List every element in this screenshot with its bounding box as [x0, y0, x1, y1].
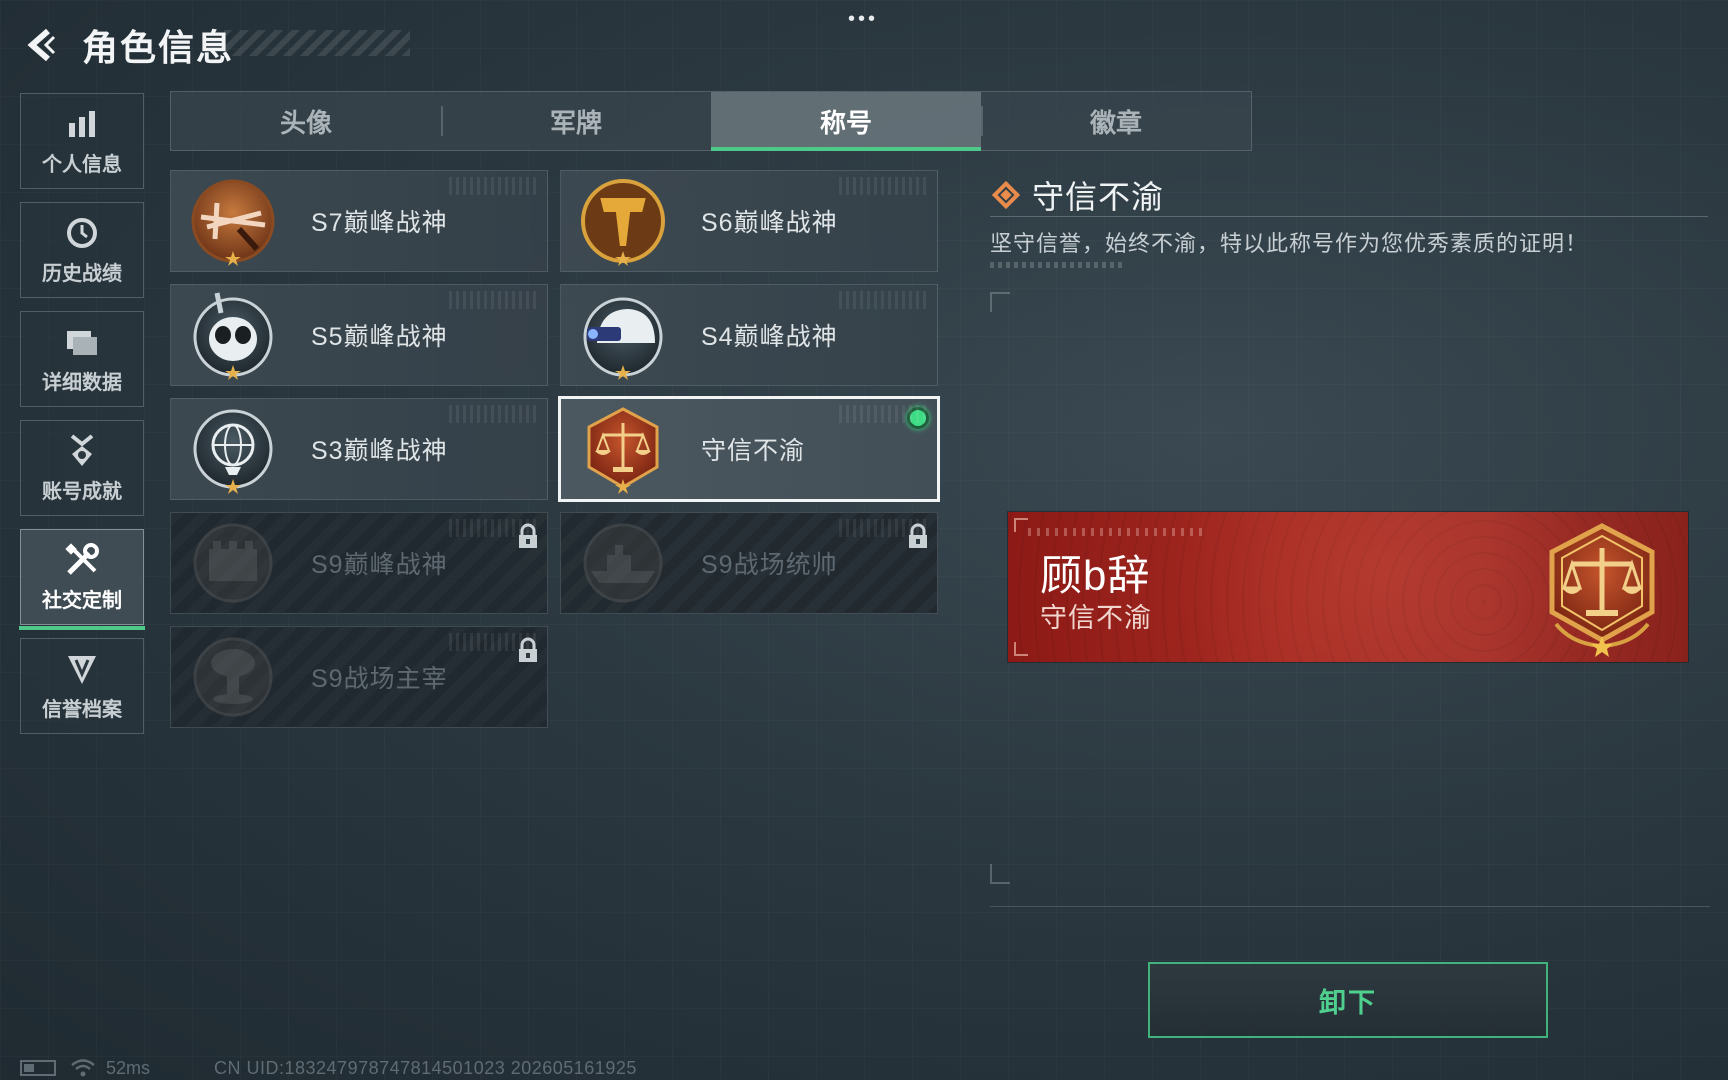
title-card-s4[interactable]: S4巅峰战神 [560, 284, 938, 386]
user-uid: CN UID:1832479787478145010​23 2026051619… [214, 1058, 637, 1078]
sidebar-item-label: 详细数据 [42, 371, 122, 394]
crossbow-emblem-icon [191, 179, 275, 266]
title-decoration [224, 30, 410, 56]
title-name: S9战场主宰 [311, 665, 448, 693]
detail-title: 守信不渝 [1032, 179, 1165, 215]
sidebar-item-history[interactable]: 历史战绩 [20, 202, 144, 298]
title-card-s7[interactable]: S7巅峰战神 [170, 170, 548, 272]
lock-icon [519, 637, 537, 662]
title-name: 守信不渝 [701, 437, 806, 465]
detail-header: 守信不渝 [990, 172, 1164, 218]
nameplate-decoration [1028, 528, 1208, 536]
title-card-s9-dominator[interactable]: S9战场主宰 [170, 626, 548, 728]
nameplate-corner [1014, 642, 1028, 656]
frame-corner [990, 864, 1010, 884]
tools-icon [64, 542, 100, 578]
sidebar-item-label: 个人信息 [42, 153, 122, 176]
title-name: S3巅峰战神 [311, 437, 448, 465]
sidebar-item-label: 信誉档案 [42, 698, 122, 721]
title-card-s6[interactable]: S6巅峰战神 [560, 170, 938, 272]
title-card-s9-commander[interactable]: S9战场统帅 [560, 512, 938, 614]
reputation-shield-icon [64, 651, 100, 687]
mushroom-cloud-emblem-icon [193, 637, 273, 717]
battery-icon [20, 1060, 56, 1076]
back-button[interactable] [22, 25, 62, 65]
history-clock-icon [64, 215, 100, 251]
diver-skull-emblem-icon [193, 292, 273, 380]
title-name: S9巅峰战神 [311, 551, 448, 579]
sidebar-item-label: 账号成就 [42, 480, 122, 503]
ping-value: 52ms [106, 1057, 151, 1078]
medal-icon [64, 433, 100, 469]
scales-emblem-icon [1549, 523, 1655, 657]
nameplate-preview: 顾b辞 守信不渝 [1008, 512, 1688, 662]
title-card-keep-faith[interactable]: 守信不渝 [558, 396, 940, 502]
sidebar-item-social-custom[interactable]: 社交定制 [19, 529, 145, 630]
status-bar: 52ms [20, 1058, 150, 1078]
tab-badge[interactable]: 徽章 [981, 92, 1251, 150]
lock-icon [909, 523, 927, 548]
helmet-nightvision-emblem-icon [583, 297, 663, 380]
title-name: S7巅峰战神 [311, 209, 448, 237]
tab-dog-tag[interactable]: 军牌 [441, 92, 711, 150]
equipped-indicator-icon [907, 407, 929, 429]
diamond-title-icon [991, 180, 1021, 210]
back-arrow-icon [27, 28, 56, 62]
detail-description: 坚守信誉，始终不渝，特以此称号作为您优秀素质的证明！ [990, 231, 1589, 256]
unequip-button[interactable]: 卸下 [1148, 962, 1548, 1038]
nameplate-corner [1014, 518, 1028, 532]
scales-emblem-icon [587, 407, 659, 494]
wifi-icon [71, 1059, 95, 1077]
page-header: 角色信息 [22, 20, 234, 70]
detail-decoration [990, 262, 1126, 268]
page-title: 角色信息 [82, 27, 235, 68]
title-name: S9战场统帅 [701, 551, 838, 579]
title-card-s5[interactable]: S5巅峰战神 [170, 284, 548, 386]
divider [990, 906, 1710, 907]
title-name: S6巅峰战神 [701, 209, 838, 237]
title-name: S5巅峰战神 [311, 323, 448, 351]
sidebar-item-personal-info[interactable]: 个人信息 [20, 93, 144, 189]
tab-bar: 头像 军牌 称号 徽章 [170, 91, 1252, 151]
sidebar-item-achievements[interactable]: 账号成就 [20, 420, 144, 516]
globe-emblem-icon [193, 409, 273, 494]
tab-title[interactable]: 称号 [711, 92, 981, 151]
sidebar: 个人信息 历史战绩 详细数据 账号成就 社交定制 信誉档案 [19, 93, 145, 747]
title-card-s3[interactable]: S3巅峰战神 [170, 398, 548, 500]
player-name: 顾b辞 [1040, 552, 1151, 599]
tab-avatar[interactable]: 头像 [171, 92, 441, 150]
sidebar-item-label: 历史战绩 [42, 262, 122, 285]
fortress-emblem-icon [193, 523, 273, 603]
player-title: 守信不渝 [1040, 603, 1152, 633]
sidebar-item-label: 社交定制 [42, 589, 122, 612]
lock-icon [519, 523, 537, 548]
sidebar-item-detailed-data[interactable]: 详细数据 [20, 311, 144, 407]
warship-emblem-icon [583, 523, 663, 603]
t-shield-emblem-icon [581, 179, 665, 266]
title-name: S4巅峰战神 [701, 323, 838, 351]
more-options-icon[interactable]: ••• [848, 8, 878, 31]
folder-icon [64, 324, 100, 360]
divider [990, 216, 1708, 217]
sidebar-item-reputation[interactable]: 信誉档案 [20, 638, 144, 734]
title-card-s9-peak[interactable]: S9巅峰战神 [170, 512, 548, 614]
frame-corner [990, 292, 1010, 312]
bar-chart-icon [64, 106, 100, 142]
